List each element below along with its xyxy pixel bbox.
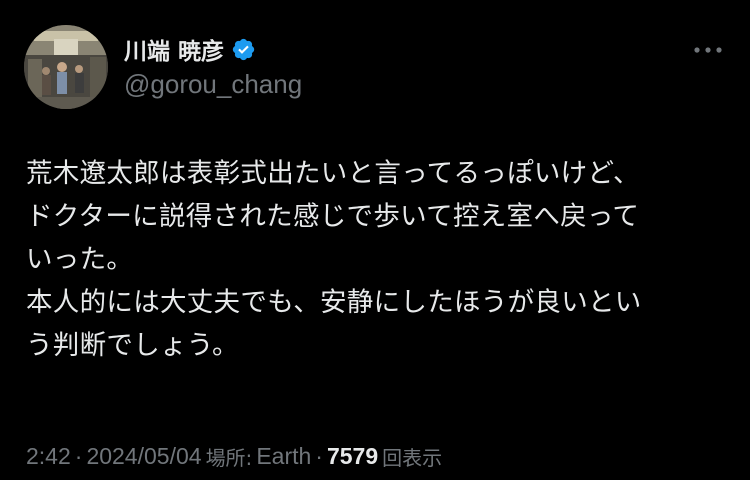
more-options-button[interactable] (688, 36, 728, 64)
views-count[interactable]: 7579 (327, 443, 378, 470)
tweet-text-line: う判断でしょう。 (26, 330, 239, 361)
meta-separator: · (74, 442, 83, 469)
display-name[interactable]: 川端 暁彦 (124, 32, 224, 66)
avatar-image (24, 25, 108, 109)
tweet-metadata: 2:42 · 2024/05/04 場所: Earth · 7579 回表示 (26, 441, 442, 471)
post-date[interactable]: 2024/05/04 (86, 443, 201, 470)
author-name-row[interactable]: 川端 暁彦 (124, 32, 256, 66)
views-label: 回表示 (382, 445, 443, 470)
author-handle[interactable]: @gorou_chang (124, 69, 302, 100)
post-time[interactable]: 2:42 (26, 443, 71, 470)
tweet-detail: 川端 暁彦 @gorou_chang 荒木遼太郎は表彰式出たいと言ってるっぽいけ… (0, 0, 750, 480)
meta-separator: · (315, 442, 323, 469)
more-horizontal-icon (694, 47, 722, 53)
tweet-text: 荒木遼太郎は表彰式出たいと言ってるっぽいけど、 ドクターに説得された感じで歩いて… (26, 152, 726, 367)
verified-badge-icon (231, 37, 256, 62)
tweet-text-line: 荒木遼太郎は表彰式出たいと言ってるっぽいけど、 (26, 158, 640, 189)
location-label: 場所: (205, 445, 253, 470)
tweet-text-line: 本人的には大丈夫でも、安静にしたほうが良いとい (26, 287, 642, 318)
avatar[interactable] (24, 25, 108, 109)
tweet-text-line: いった。 (26, 244, 134, 275)
tweet-text-line: ドクターに説得された感じで歩いて控え室へ戻って (26, 201, 640, 232)
location-value: Earth (256, 442, 312, 469)
